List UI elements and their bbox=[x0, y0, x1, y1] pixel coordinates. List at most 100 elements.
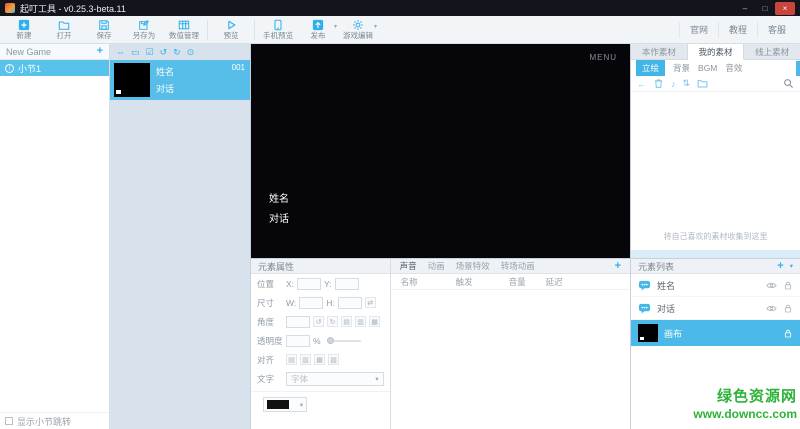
lock-icon[interactable] bbox=[783, 328, 793, 339]
back-icon[interactable]: ← bbox=[637, 79, 646, 89]
collapse-caret-icon[interactable]: ▾ bbox=[790, 262, 793, 270]
close-button[interactable]: × bbox=[775, 2, 795, 15]
link-support[interactable]: 客服 bbox=[757, 22, 796, 38]
tab-my-assets[interactable]: 我的素材 bbox=[688, 44, 745, 60]
align-center-icon[interactable]: ▥ bbox=[300, 354, 311, 365]
materials-content[interactable]: 将自己喜欢的素材收集到这里 bbox=[631, 92, 800, 250]
sort-icon[interactable]: ⇅ bbox=[683, 78, 691, 89]
element-row-dialog[interactable]: 对话 bbox=[631, 297, 800, 320]
subtab-sfx[interactable]: 音效 bbox=[725, 62, 742, 74]
new-button[interactable]: 新建 bbox=[4, 17, 44, 43]
section-jump-row: 显示小节跳转 bbox=[0, 412, 109, 429]
redo-icon[interactable]: ↻ bbox=[173, 48, 181, 57]
music-icon[interactable]: ♪ bbox=[671, 79, 676, 89]
folder-icon[interactable] bbox=[697, 78, 708, 89]
x-input[interactable] bbox=[297, 278, 321, 290]
opacity-row: 透明度 % bbox=[251, 331, 390, 350]
show-jump-label: 显示小节跳转 bbox=[17, 415, 71, 428]
maximize-button[interactable]: □ bbox=[755, 2, 775, 15]
caret-down-icon[interactable]: ▾ bbox=[334, 23, 337, 30]
add-effect-button[interactable]: + bbox=[615, 261, 621, 272]
rotate-ccw-icon[interactable]: ↺ bbox=[313, 316, 324, 327]
subtab-sprites[interactable]: 立绘 bbox=[636, 60, 665, 76]
font-color-select[interactable]: ▾ bbox=[263, 397, 307, 412]
preview-button[interactable]: 预览 bbox=[211, 17, 251, 43]
align-justify-icon[interactable]: ▧ bbox=[328, 354, 339, 365]
reset-transform-icon[interactable]: ▦ bbox=[369, 316, 380, 327]
opacity-slider-thumb[interactable] bbox=[327, 337, 334, 344]
add-section-button[interactable]: + bbox=[97, 46, 103, 57]
materials-footer-bar bbox=[631, 250, 800, 258]
size-row: 尺寸 W: H: ⇄ bbox=[251, 293, 390, 312]
mobile-preview-button[interactable]: 手机预览 bbox=[258, 17, 298, 43]
preview-dialog-element[interactable]: 对话 bbox=[269, 210, 289, 225]
move-icon[interactable]: ⇔ bbox=[116, 48, 125, 57]
align-right-icon[interactable]: ▦ bbox=[314, 354, 325, 365]
duplicate-icon[interactable]: ▭ bbox=[131, 48, 140, 57]
link-official-site[interactable]: 官网 bbox=[679, 22, 718, 38]
align-left-icon[interactable]: ▤ bbox=[286, 354, 297, 365]
game-edit-button[interactable]: 游戏编辑 ▾ bbox=[338, 17, 378, 43]
tab-sound[interactable]: 声音 bbox=[400, 260, 417, 272]
color-swatch bbox=[267, 400, 289, 409]
opacity-input[interactable] bbox=[286, 335, 310, 347]
trash-icon[interactable] bbox=[653, 78, 664, 89]
caret-down-icon: ▾ bbox=[375, 375, 378, 383]
tab-animation[interactable]: 动画 bbox=[428, 260, 445, 272]
flip-vertical-icon[interactable]: ▥ bbox=[355, 316, 366, 327]
lock-icon[interactable] bbox=[783, 280, 793, 291]
canvas-thumbnail bbox=[638, 324, 658, 342]
bottom-row: 元素属性 位置 X: Y: 尺寸 W: H: bbox=[251, 258, 630, 429]
show-jump-checkbox[interactable] bbox=[5, 417, 13, 425]
link-tutorial[interactable]: 教程 bbox=[718, 22, 757, 38]
w-label: W: bbox=[286, 298, 296, 308]
section-list-item[interactable]: ! 小节1 bbox=[0, 60, 109, 76]
lock-ratio-icon[interactable]: ⇄ bbox=[365, 297, 376, 308]
save-button[interactable]: 保存 bbox=[84, 17, 124, 43]
power-icon[interactable]: ⊙ bbox=[187, 48, 195, 57]
subtab-bgm[interactable]: BGM bbox=[698, 63, 717, 73]
flip-horizontal-icon[interactable]: ▤ bbox=[341, 316, 352, 327]
tab-transition[interactable]: 转场动画 bbox=[501, 260, 535, 272]
element-row-canvas[interactable]: 画布 bbox=[631, 320, 800, 346]
tab-scene-effects[interactable]: 场景特效 bbox=[456, 260, 490, 272]
text-row: 文字 字体 ▾ bbox=[251, 369, 390, 388]
stage-preview[interactable]: MENU 姓名 对话 bbox=[251, 44, 630, 258]
font-select[interactable]: 字体 ▾ bbox=[286, 372, 384, 386]
opacity-slider[interactable] bbox=[327, 340, 361, 342]
caret-down-icon[interactable]: ▾ bbox=[374, 23, 377, 30]
tab-online-assets[interactable]: 线上素材 bbox=[744, 44, 800, 60]
save-as-icon bbox=[138, 19, 150, 31]
eye-icon[interactable] bbox=[766, 303, 777, 314]
data-manage-button[interactable]: 数值管理 bbox=[164, 17, 204, 43]
publish-button[interactable]: 发布 ▾ bbox=[298, 17, 338, 43]
open-button[interactable]: 打开 bbox=[44, 17, 84, 43]
undo-icon[interactable]: ↺ bbox=[160, 48, 168, 57]
preview-name-element[interactable]: 姓名 bbox=[269, 190, 289, 205]
add-element-button[interactable]: + bbox=[777, 261, 783, 272]
h-input[interactable] bbox=[338, 297, 362, 309]
minimize-button[interactable]: – bbox=[735, 2, 755, 15]
section-bullet-icon: ! bbox=[5, 64, 14, 73]
menu-label[interactable]: MENU bbox=[589, 53, 617, 62]
lock-icon[interactable] bbox=[783, 303, 793, 314]
save-button-label: 保存 bbox=[97, 32, 112, 40]
effects-panel: 声音 动画 场景特效 转场动画 + 名称 触发 音量 延迟 bbox=[391, 259, 630, 429]
rotate-cw-icon[interactable]: ↻ bbox=[327, 316, 338, 327]
y-input[interactable] bbox=[335, 278, 359, 290]
materials-scrollbar[interactable] bbox=[796, 61, 800, 76]
subtab-backgrounds[interactable]: 背景 bbox=[673, 62, 690, 74]
open-button-label: 打开 bbox=[57, 32, 72, 40]
search-icon[interactable] bbox=[783, 78, 794, 89]
eye-icon[interactable] bbox=[766, 280, 777, 291]
data-manage-button-label: 数值管理 bbox=[169, 32, 199, 40]
select-check-icon[interactable]: ☑ bbox=[146, 48, 154, 57]
scene-card[interactable]: 姓名 对话 001 bbox=[110, 60, 250, 100]
save-as-button[interactable]: 另存为 bbox=[124, 17, 164, 43]
angle-input[interactable] bbox=[286, 316, 310, 328]
w-input[interactable] bbox=[299, 297, 323, 309]
window-title: 起叮工具 - v0.25.3-beta.11 bbox=[20, 2, 126, 15]
element-row-name[interactable]: 姓名 bbox=[631, 274, 800, 297]
toolbar-separator bbox=[254, 20, 255, 40]
tab-current-work-assets[interactable]: 本作素材 bbox=[631, 44, 688, 60]
